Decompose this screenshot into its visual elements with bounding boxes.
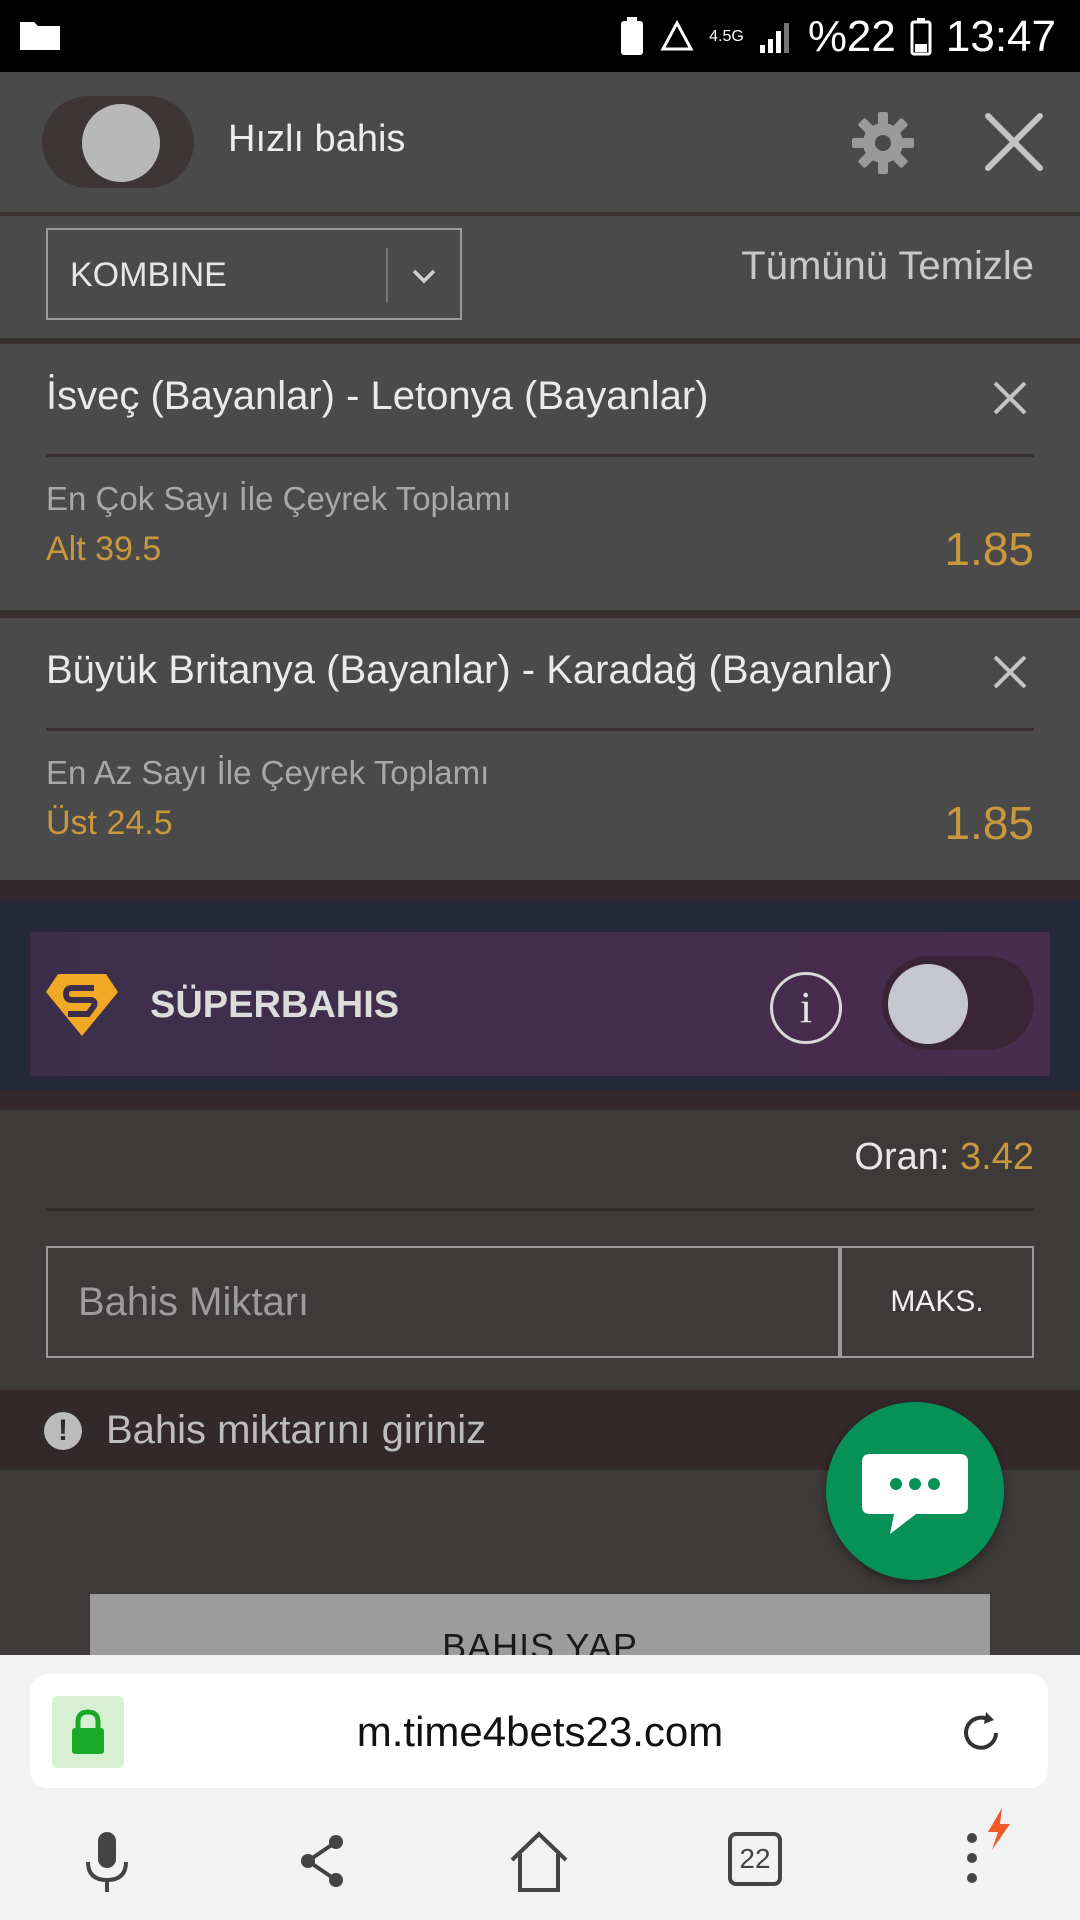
bet-card: İsveç (Bayanlar) - Letonya (Bayanlar) En… xyxy=(0,344,1080,618)
bet-card: Büyük Britanya (Bayanlar) - Karadağ (Bay… xyxy=(0,618,1080,892)
status-bar: 4.5G %22 13:47 xyxy=(0,0,1080,72)
close-icon[interactable] xyxy=(982,110,1046,174)
remove-bet-icon[interactable] xyxy=(992,380,1028,416)
select-divider xyxy=(386,248,388,302)
info-icon[interactable]: i xyxy=(770,972,842,1044)
reload-icon[interactable] xyxy=(956,1708,1006,1758)
chat-bubble-icon xyxy=(862,1454,968,1534)
tabs-count: 22 xyxy=(728,1832,782,1886)
home-icon[interactable] xyxy=(504,1826,574,1896)
place-bet-button[interactable]: BAHIS YAP xyxy=(90,1594,990,1655)
betslip-header: Hızlı bahis xyxy=(0,72,1080,216)
tabs-button[interactable]: 22 xyxy=(720,1826,790,1896)
market-name: En Çok Sayı İle Çeyrek Toplamı xyxy=(46,480,512,517)
superbahis-label: SÜPERBAHIS xyxy=(150,984,400,1026)
superbahis-toggle[interactable] xyxy=(882,956,1034,1050)
total-odds-value: 3.42 xyxy=(960,1136,1034,1178)
bet-type-row: KOMBINE Tümünü Temizle xyxy=(0,216,1080,344)
selection: Alt 39.5 xyxy=(46,530,162,568)
toggle-knob xyxy=(82,104,160,182)
market-name: En Az Sayı İle Çeyrek Toplamı xyxy=(46,754,490,791)
menu-icon[interactable] xyxy=(942,1806,1022,1896)
microphone-icon[interactable] xyxy=(72,1826,142,1896)
superbahis-logo-icon xyxy=(46,974,118,1036)
match-title: Büyük Britanya (Bayanlar) - Karadağ (Bay… xyxy=(46,648,894,692)
network-type: 4.5G xyxy=(709,28,744,45)
gear-icon[interactable] xyxy=(850,110,916,176)
selection: Üst 24.5 xyxy=(46,804,173,842)
total-odds: Oran: 3.42 xyxy=(854,1136,1034,1179)
url-text[interactable]: m.time4bets23.com xyxy=(0,1708,1080,1756)
clock: 13:47 xyxy=(945,12,1056,61)
divider xyxy=(46,454,1034,457)
live-chat-button[interactable] xyxy=(826,1402,1004,1580)
bet-odds: 1.85 xyxy=(944,797,1034,849)
warning-text: Bahis miktarını giriniz xyxy=(106,1408,487,1452)
remove-bet-icon[interactable] xyxy=(992,654,1028,690)
chevron-down-icon xyxy=(412,269,436,284)
battery-saver-icon xyxy=(621,17,644,55)
battery-percent: %22 xyxy=(807,12,896,61)
max-stake-button[interactable]: MAKS. xyxy=(840,1246,1034,1358)
divider xyxy=(46,728,1034,731)
stake-input[interactable] xyxy=(46,1246,840,1358)
total-odds-label: Oran: xyxy=(854,1136,950,1178)
bet-odds: 1.85 xyxy=(944,523,1034,575)
battery-icon xyxy=(910,18,932,56)
match-title: İsveç (Bayanlar) - Letonya (Bayanlar) xyxy=(46,374,709,418)
bet-type-select[interactable]: KOMBINE xyxy=(46,228,462,320)
share-icon[interactable] xyxy=(288,1826,358,1896)
recycle-icon xyxy=(660,19,694,51)
place-bet-label: BAHIS YAP xyxy=(442,1626,638,1655)
folder-icon xyxy=(20,22,60,50)
warning-icon: ! xyxy=(44,1412,82,1450)
bet-type-value: KOMBINE xyxy=(70,256,227,294)
quick-bet-toggle[interactable] xyxy=(42,96,194,188)
divider xyxy=(46,1208,1034,1211)
toggle-knob xyxy=(888,964,968,1044)
quick-bet-label: Hızlı bahis xyxy=(228,118,406,160)
signal-icon xyxy=(759,23,789,53)
clear-all-button[interactable]: Tümünü Temizle xyxy=(741,244,1034,289)
